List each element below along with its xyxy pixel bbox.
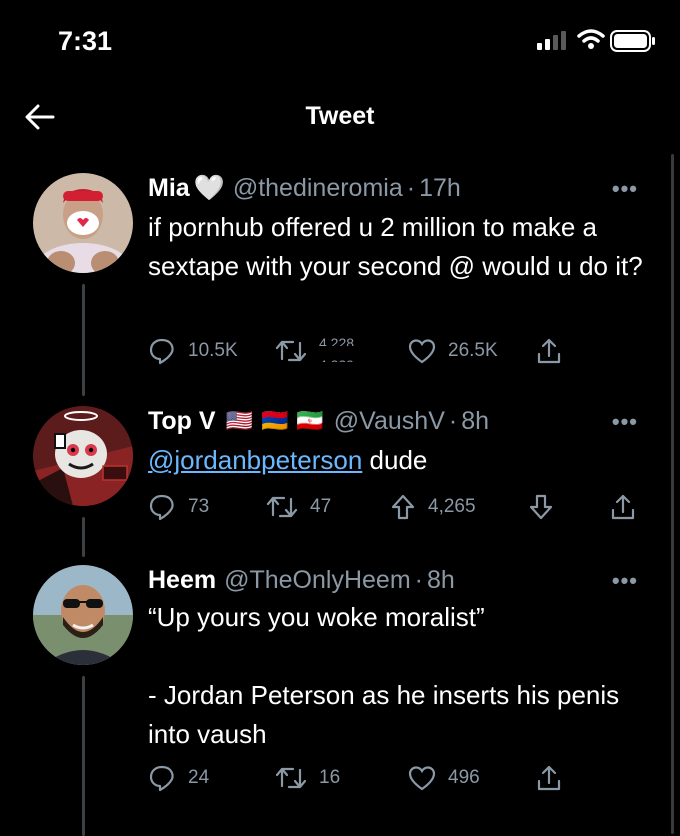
handle[interactable]: @thedineromia xyxy=(233,174,403,203)
tweet-topv[interactable]: Top V 🇺🇸 🇦🇲 🇮🇷 @VaushV · 8h ••• @jordanb… xyxy=(0,403,660,557)
thread-line xyxy=(82,284,85,396)
retweet-count-new: 4,229 xyxy=(319,354,354,362)
upvote-button[interactable]: 4,265 xyxy=(390,489,476,525)
flag-armenia: 🇦🇲 xyxy=(260,408,289,433)
scrollbar[interactable] xyxy=(671,154,674,834)
flag-us: 🇺🇸 xyxy=(225,408,253,433)
retweet-button[interactable]: 16 xyxy=(275,760,340,796)
tweet-text: @jordanbpeterson dude xyxy=(148,441,648,480)
retweet-icon xyxy=(275,767,307,789)
tweet-text: if pornhub offered u 2 million to make a… xyxy=(148,212,643,281)
flag-iran: 🇮🇷 xyxy=(296,408,324,433)
separator: · xyxy=(414,565,423,594)
retweet-icon xyxy=(275,340,307,362)
battery-icon xyxy=(610,30,655,52)
more-options-icon[interactable]: ••• xyxy=(612,176,638,202)
share-button[interactable] xyxy=(536,333,574,369)
share-icon xyxy=(537,338,561,364)
display-name[interactable]: Heem xyxy=(148,566,216,595)
handle[interactable]: @TheOnlyHeem xyxy=(224,566,411,595)
reply-count: 24 xyxy=(188,767,210,788)
reply-button[interactable]: 73 xyxy=(148,489,209,525)
tweet-header: Heem @TheOnlyHeem · 8h xyxy=(148,562,455,598)
retweet-icon xyxy=(266,496,298,518)
avatar[interactable] xyxy=(33,173,133,273)
share-button[interactable] xyxy=(536,760,574,796)
timestamp[interactable]: 8h xyxy=(461,407,489,436)
tweet-text-body: dude xyxy=(362,445,428,475)
more-options-icon[interactable]: ••• xyxy=(612,409,638,435)
upvote-count: 4,265 xyxy=(428,496,476,517)
downvote-button[interactable] xyxy=(528,489,566,525)
header: Tweet xyxy=(0,88,680,144)
status-bar: 7:31 xyxy=(0,0,680,80)
more-options-icon[interactable]: ••• xyxy=(612,568,638,594)
tweet-heem[interactable]: Heem @TheOnlyHeem · 8h ••• “Up yours you… xyxy=(0,562,660,836)
reply-icon xyxy=(149,494,174,521)
wifi-icon xyxy=(577,29,605,49)
like-count: 496 xyxy=(448,767,480,788)
handle[interactable]: @VaushV xyxy=(334,407,445,436)
thread-line xyxy=(82,676,85,836)
avatar[interactable] xyxy=(33,565,133,665)
share-icon xyxy=(611,494,635,520)
downvote-arrow-icon xyxy=(529,494,553,520)
display-name[interactable]: Top V xyxy=(148,407,216,436)
reply-count: 10.5K xyxy=(188,340,238,361)
timestamp[interactable]: 17h xyxy=(419,174,461,203)
share-button[interactable] xyxy=(610,489,648,525)
status-time: 7:31 xyxy=(58,26,113,56)
retweet-button[interactable]: 47 xyxy=(266,489,331,525)
separator: · xyxy=(448,406,458,435)
reply-button[interactable]: 10.5K xyxy=(148,333,238,369)
timestamp[interactable]: 8h xyxy=(427,566,455,595)
reply-button[interactable]: 24 xyxy=(148,760,209,796)
mention-link[interactable]: @jordanbpeterson xyxy=(148,445,362,475)
reply-icon xyxy=(149,338,174,365)
upvote-arrow-icon xyxy=(391,494,415,520)
page-title: Tweet xyxy=(305,102,375,130)
share-icon xyxy=(537,765,561,791)
retweet-count-old: 4,228 xyxy=(319,335,355,346)
avatar[interactable] xyxy=(33,406,133,506)
like-button[interactable]: 496 xyxy=(408,760,480,796)
tweet-header: Mia 🤍 @thedineromia · 17h xyxy=(148,170,461,206)
tweet-header: Top V 🇺🇸 🇦🇲 🇮🇷 @VaushV · 8h xyxy=(148,403,489,439)
thread-line xyxy=(82,517,85,557)
retweet-count: 16 xyxy=(319,767,341,788)
retweet-count-rolling: 4,228 4,229 xyxy=(319,333,354,369)
like-button[interactable]: 26.5K xyxy=(408,333,498,369)
separator: · xyxy=(406,173,416,202)
heart-icon xyxy=(408,339,436,364)
tweet-text: “Up yours you woke moralist” - Jordan Pe… xyxy=(148,602,620,749)
heart-emoji: 🤍 xyxy=(193,173,225,202)
heart-icon xyxy=(408,766,436,791)
retweet-button[interactable]: 4,228 4,229 xyxy=(275,333,354,369)
reply-icon xyxy=(149,765,174,792)
signal-icon xyxy=(537,30,571,50)
tweet-mia[interactable]: Mia 🤍 @thedineromia · 17h ••• if pornhub… xyxy=(0,170,660,396)
retweet-count: 47 xyxy=(310,496,332,517)
display-name[interactable]: Mia xyxy=(148,174,190,203)
like-count: 26.5K xyxy=(448,340,498,361)
reply-count: 73 xyxy=(188,496,210,517)
